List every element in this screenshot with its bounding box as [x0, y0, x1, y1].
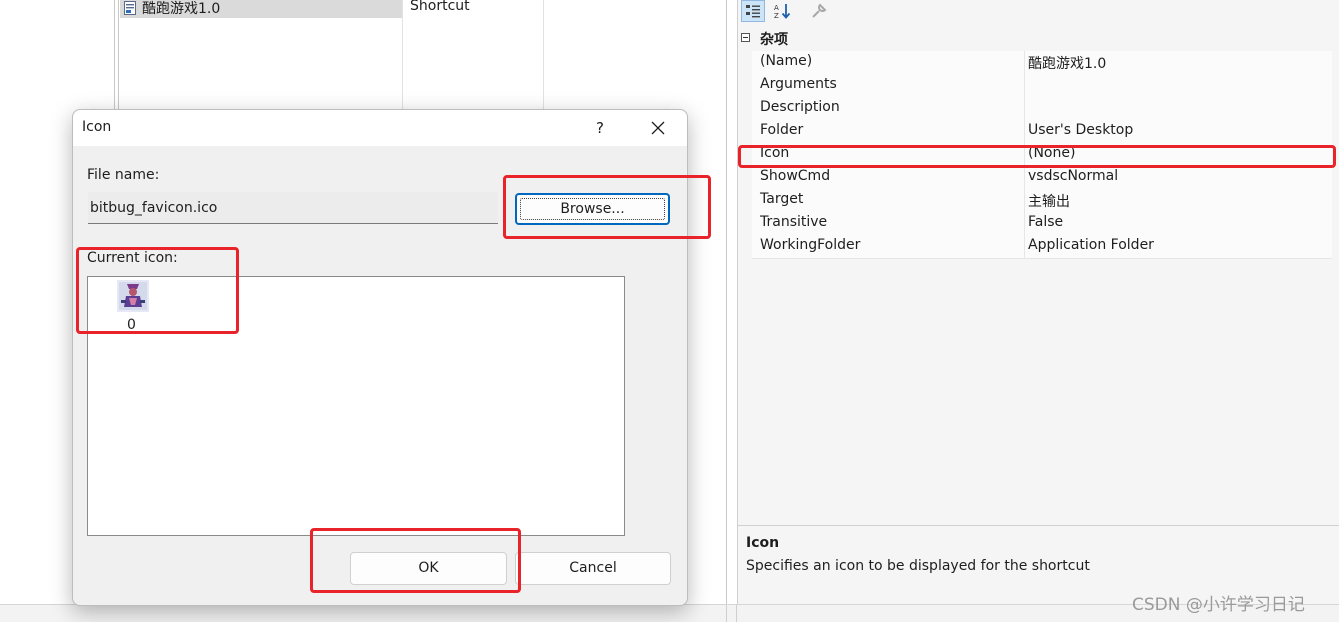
property-value[interactable]: User's Desktop — [1028, 122, 1133, 138]
close-icon — [651, 121, 665, 135]
favicon-thumbnail-icon[interactable] — [117, 280, 149, 312]
property-value[interactable]: 酷跑游戏1.0 — [1028, 53, 1106, 73]
property-name: Arguments — [760, 76, 837, 92]
property-row-showcmd[interactable]: ShowCmd vsdscNormal — [752, 166, 1332, 190]
close-button[interactable] — [643, 115, 673, 141]
ok-button-label: OK — [418, 560, 439, 576]
categorized-icon — [746, 5, 760, 18]
description-text: Specifies an icon to be displayed for th… — [746, 558, 1090, 574]
property-row-description[interactable]: Description — [752, 97, 1332, 121]
description-title: Icon — [746, 535, 780, 551]
dialog-titlebar[interactable]: Icon ? — [73, 110, 687, 146]
property-row-target[interactable]: Target 主输出 — [752, 189, 1332, 213]
cancel-button-label: Cancel — [569, 560, 617, 576]
property-name: Icon — [760, 145, 790, 161]
cancel-button[interactable]: Cancel — [515, 552, 671, 585]
property-value[interactable]: vsdscNormal — [1028, 168, 1118, 184]
icon-dialog: Icon ? File name: Browse... Current icon… — [72, 109, 688, 606]
pane-border — [726, 0, 727, 604]
collapse-toggle-icon[interactable] — [741, 33, 750, 42]
wrench-icon — [812, 3, 827, 18]
property-name: Description — [760, 99, 840, 115]
list-row-name: 酷跑游戏1.0 — [142, 1, 221, 17]
property-name: Transitive — [760, 214, 828, 230]
alphabetical-sort-button[interactable]: A Z — [771, 0, 795, 22]
help-button[interactable]: ? — [589, 115, 611, 141]
list-row-type: Shortcut — [410, 0, 470, 14]
property-row-transitive[interactable]: Transitive False — [752, 212, 1332, 236]
category-label: 杂项 — [760, 32, 788, 48]
property-value[interactable]: Application Folder — [1028, 237, 1154, 253]
ok-button[interactable]: OK — [350, 552, 507, 585]
property-value[interactable]: False — [1028, 214, 1063, 230]
current-icon-label: Current icon: — [87, 250, 178, 266]
property-value[interactable]: (None) — [1028, 145, 1075, 161]
property-name: WorkingFolder — [760, 237, 861, 253]
shortcut-file-icon — [124, 1, 136, 15]
property-value[interactable]: 主输出 — [1028, 191, 1070, 211]
dialog-title: Icon — [82, 119, 112, 135]
svg-text:Z: Z — [774, 12, 779, 19]
current-icon-list[interactable]: 0 — [87, 276, 625, 536]
property-row-arguments[interactable]: Arguments — [752, 74, 1332, 98]
watermark: CSDN @小许学习日记 — [1132, 595, 1305, 615]
properties-toolbar: A Z — [738, 0, 1339, 26]
properties-panel: A Z 杂项 (Name) 酷跑游戏1.0 Arguments Descript… — [737, 0, 1339, 605]
icon-index-label: 0 — [127, 317, 136, 333]
svg-text:A: A — [774, 4, 779, 12]
property-name: ShowCmd — [760, 168, 831, 184]
property-row-icon[interactable]: Icon (None) — [752, 143, 1332, 167]
category-row[interactable]: 杂项 — [738, 28, 1339, 50]
property-row-folder[interactable]: Folder User's Desktop — [752, 120, 1332, 144]
file-name-label: File name: — [87, 167, 160, 183]
property-row-workingfolder[interactable]: WorkingFolder Application Folder — [752, 235, 1332, 259]
property-pages-button[interactable] — [807, 0, 831, 22]
property-row-name[interactable]: (Name) 酷跑游戏1.0 — [752, 51, 1332, 75]
categorized-view-button[interactable] — [741, 0, 765, 22]
sort-az-icon: A Z — [774, 4, 791, 19]
property-name: Folder — [760, 122, 804, 138]
file-name-field[interactable] — [88, 192, 498, 224]
property-name: (Name) — [760, 53, 813, 69]
property-name: Target — [760, 191, 804, 207]
browse-button[interactable]: Browse... — [515, 193, 670, 225]
